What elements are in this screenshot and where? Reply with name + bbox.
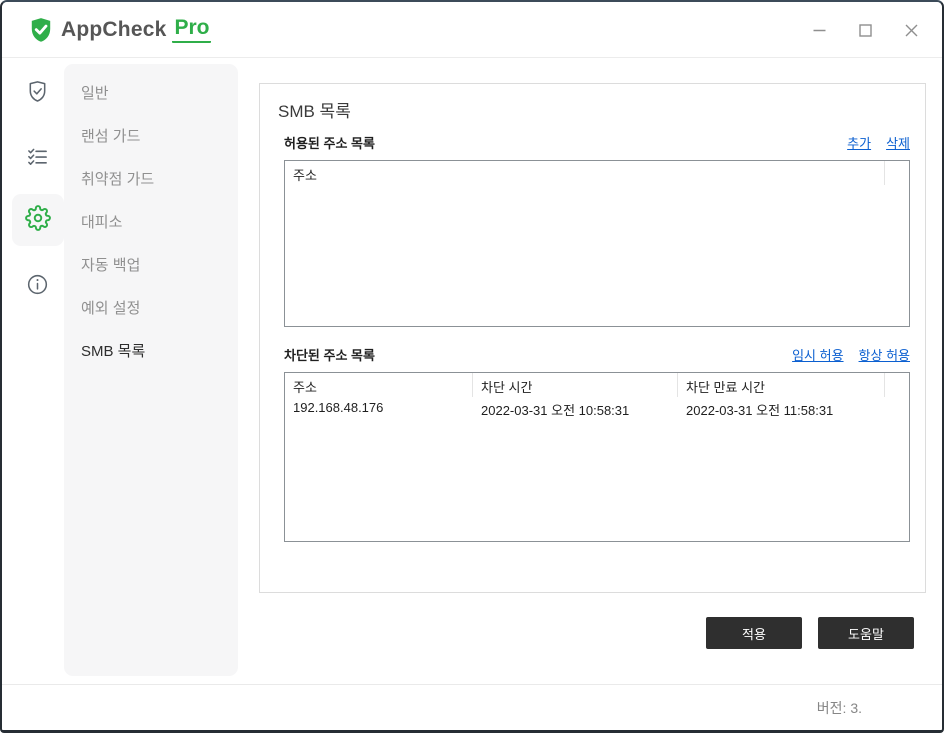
always-allow-link[interactable]: 항상 허용 bbox=[859, 345, 910, 364]
sidebar-item-shelter[interactable]: 대피소 bbox=[64, 200, 238, 243]
brand-name: AppCheck bbox=[61, 17, 167, 41]
allowed-list-header: 허용된 주소 목록 추가 삭제 bbox=[284, 132, 910, 152]
temp-allow-link[interactable]: 임시 허용 bbox=[792, 345, 843, 364]
sidebar-item-auto-backup[interactable]: 자동 백업 bbox=[64, 243, 238, 286]
app-logo: AppCheck Pro bbox=[28, 16, 212, 43]
gear-icon bbox=[25, 204, 51, 236]
blocked-address-table[interactable]: 주소 차단 시간 차단 만료 시간 192.168.48.176 2022-03… bbox=[284, 372, 910, 542]
sidebar-item-smb-list[interactable]: SMB 목록 bbox=[64, 329, 238, 372]
maximize-button[interactable] bbox=[842, 9, 888, 51]
settings-sidebar: 일반 랜섬 가드 취약점 가드 대피소 자동 백업 예외 설정 SMB 목록 bbox=[64, 64, 238, 676]
column-header-address[interactable]: 주소 bbox=[285, 161, 885, 185]
titlebar: AppCheck Pro bbox=[2, 2, 942, 58]
column-header-filler bbox=[885, 373, 909, 397]
cell-address: 192.168.48.176 bbox=[293, 400, 384, 415]
allowed-list-label: 허용된 주소 목록 bbox=[284, 135, 375, 151]
page-title: SMB 목록 bbox=[278, 102, 351, 121]
column-header-block-time[interactable]: 차단 시간 bbox=[473, 373, 678, 397]
shield-check-icon bbox=[26, 81, 49, 107]
footer: 버전: 3. bbox=[2, 684, 942, 730]
column-header-filler bbox=[885, 161, 909, 185]
allowed-address-table[interactable]: 주소 bbox=[284, 160, 910, 327]
help-button[interactable]: 도움말 bbox=[818, 617, 914, 649]
window-controls bbox=[796, 2, 934, 58]
smb-settings-panel: SMB 목록 허용된 주소 목록 추가 삭제 주소 차단된 주소 목록 임시 허… bbox=[259, 83, 926, 593]
sidebar-item-exceptions[interactable]: 예외 설정 bbox=[64, 286, 238, 329]
blocked-list-label: 차단된 주소 목록 bbox=[284, 347, 375, 363]
column-header-expire-time[interactable]: 차단 만료 시간 bbox=[678, 373, 885, 397]
cell-block-time: 2022-03-31 오전 10:58:31 bbox=[481, 403, 630, 418]
sidebar-item-ransom-guard[interactable]: 랜섬 가드 bbox=[64, 114, 238, 157]
delete-link[interactable]: 삭제 bbox=[886, 133, 910, 152]
allowed-table-header: 주소 bbox=[285, 161, 909, 185]
info-icon bbox=[26, 274, 49, 300]
table-row[interactable]: 192.168.48.176 2022-03-31 오전 10:58:31 20… bbox=[285, 397, 909, 422]
nav-protection[interactable] bbox=[26, 80, 49, 108]
minimize-button[interactable] bbox=[796, 9, 842, 51]
action-button-row: 적용 도움말 bbox=[706, 617, 914, 649]
brand-pro-badge: Pro bbox=[172, 16, 212, 43]
close-button[interactable] bbox=[888, 9, 934, 51]
blocked-table-header: 주소 차단 시간 차단 만료 시간 bbox=[285, 373, 909, 397]
nav-info[interactable] bbox=[26, 273, 49, 301]
checklist-icon bbox=[26, 148, 49, 172]
add-link[interactable]: 추가 bbox=[847, 133, 871, 152]
version-label: 버전: 3. bbox=[816, 700, 862, 716]
appcheck-window: AppCheck Pro 일반 랜섬 가드 취약점 가드 대피소 자동 백업 예… bbox=[0, 0, 944, 733]
nav-status[interactable] bbox=[26, 145, 49, 173]
apply-button[interactable]: 적용 bbox=[706, 617, 802, 649]
appcheck-logo-icon bbox=[28, 17, 54, 43]
blocked-list-header: 차단된 주소 목록 임시 허용 항상 허용 bbox=[284, 344, 910, 364]
column-header-address[interactable]: 주소 bbox=[285, 373, 473, 397]
cell-expire-time: 2022-03-31 오전 11:58:31 bbox=[686, 403, 834, 418]
sidebar-item-vulnerability-guard[interactable]: 취약점 가드 bbox=[64, 157, 238, 200]
sidebar-item-general[interactable]: 일반 bbox=[64, 71, 238, 114]
